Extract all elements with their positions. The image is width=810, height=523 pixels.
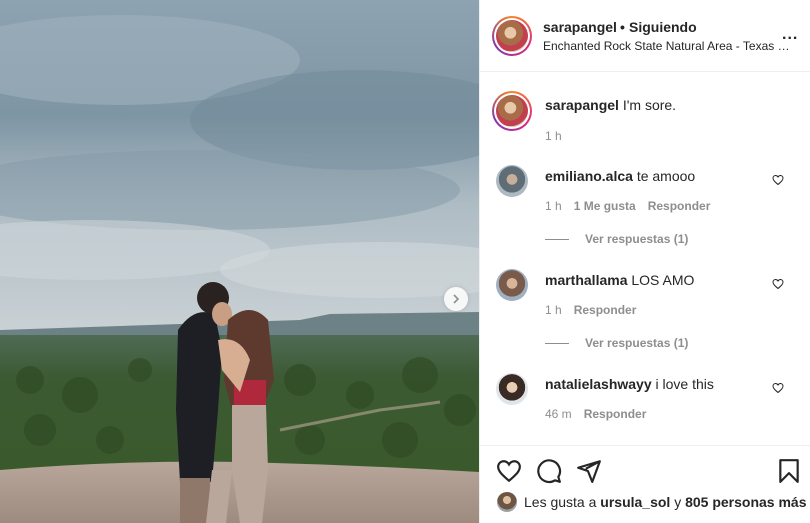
comment-like-heart-icon[interactable]: [772, 382, 784, 394]
comment-timestamp[interactable]: 46 m: [545, 407, 572, 421]
view-replies-label: Ver respuestas (1): [585, 232, 689, 246]
share-icon[interactable]: [576, 458, 602, 484]
caption-timestamp[interactable]: 1 h: [545, 129, 562, 143]
chevron-right-icon: [453, 294, 460, 304]
comment-timestamp[interactable]: 1 h: [545, 303, 562, 317]
comments-list: sarapangel I'm sore. 1 h emiliano.alca t…: [480, 73, 810, 445]
view-replies-label: Ver respuestas (1): [585, 336, 689, 350]
likes-prefix: Les gusta a: [524, 494, 597, 510]
liker-avatar[interactable]: [497, 492, 517, 512]
comment-icon[interactable]: [536, 458, 562, 484]
caption-author-avatar[interactable]: [492, 91, 532, 131]
comment-text: i love this: [655, 376, 714, 392]
photo-scene: [0, 0, 479, 523]
comment-like-heart-icon[interactable]: [772, 278, 784, 290]
comment-meta: 46 m Responder: [545, 407, 646, 421]
post-actions-bar: Les gusta a ursula_sol y 805 personas má…: [480, 445, 810, 523]
reply-button[interactable]: Responder: [584, 407, 647, 421]
comment-text: te amooo: [636, 168, 696, 184]
comment-username[interactable]: emiliano.alca: [545, 168, 633, 184]
bookmark-icon[interactable]: [776, 458, 802, 484]
comment-text: LOS AMO: [631, 272, 695, 288]
author-avatar[interactable]: [492, 16, 532, 56]
heart-icon[interactable]: [496, 458, 522, 484]
next-photo-button[interactable]: [444, 287, 468, 311]
comment-avatar[interactable]: [496, 269, 528, 301]
comment-like-heart-icon[interactable]: [772, 174, 784, 186]
view-replies-button[interactable]: Ver respuestas (1): [545, 336, 688, 350]
follow-status-button[interactable]: Siguiendo: [629, 19, 697, 35]
post-sidebar: sarapangel • Siguiendo Enchanted Rock St…: [479, 0, 810, 523]
reply-button[interactable]: Responder: [574, 303, 637, 317]
post-photo[interactable]: [0, 0, 479, 523]
likes-summary[interactable]: Les gusta a ursula_sol y 805 personas má…: [497, 492, 807, 512]
post-location[interactable]: Enchanted Rock State Natural Area - Texa…: [543, 39, 793, 53]
comment-meta: 1 h Responder: [545, 303, 636, 317]
liker-username[interactable]: ursula_sol: [600, 494, 670, 510]
post-caption: sarapangel I'm sore.: [545, 97, 795, 113]
replies-divider-line: [545, 238, 569, 240]
post-header: sarapangel • Siguiendo Enchanted Rock St…: [480, 0, 810, 72]
comment-body: emiliano.alca te amooo: [545, 168, 765, 184]
comment-body: marthallama LOS AMO: [545, 272, 765, 288]
likes-count[interactable]: 805 personas más: [685, 494, 806, 510]
comment-avatar[interactable]: [496, 373, 528, 405]
comment-avatar[interactable]: [496, 165, 528, 197]
more-options-icon[interactable]: ...: [782, 26, 798, 44]
post-dialog: sarapangel • Siguiendo Enchanted Rock St…: [0, 0, 810, 523]
reply-button[interactable]: Responder: [648, 199, 711, 213]
separator-dot: •: [620, 19, 625, 35]
comment-username[interactable]: natalielashwayy: [545, 376, 652, 392]
comment-likes-count[interactable]: 1 Me gusta: [574, 199, 636, 213]
view-replies-button[interactable]: Ver respuestas (1): [545, 232, 688, 246]
replies-divider-line: [545, 342, 569, 344]
comment-body: natalielashwayy i love this: [545, 376, 765, 392]
comment-username[interactable]: marthallama: [545, 272, 627, 288]
caption-text: I'm sore.: [622, 97, 677, 113]
comment-meta: 1 h 1 Me gusta Responder: [545, 199, 710, 213]
caption-username[interactable]: sarapangel: [545, 97, 619, 113]
author-username[interactable]: sarapangel: [543, 19, 617, 35]
comment-timestamp[interactable]: 1 h: [545, 199, 562, 213]
likes-connector: y: [674, 494, 682, 510]
